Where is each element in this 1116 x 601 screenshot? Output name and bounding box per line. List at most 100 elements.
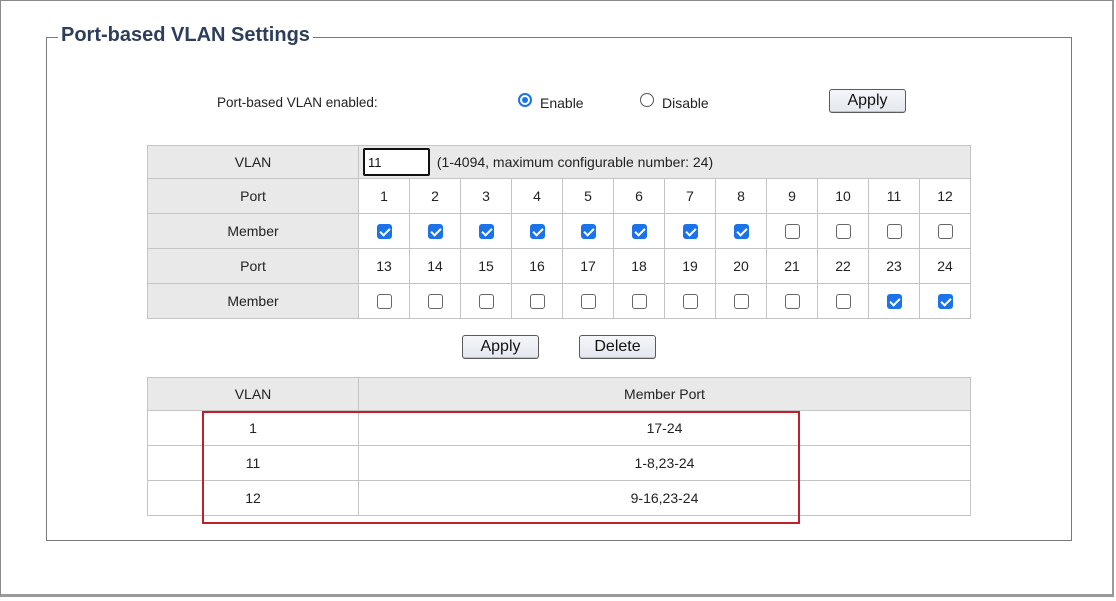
vlan-list-table: VLAN Member Port 1 17-24 11 1-8,23-24 12… xyxy=(147,377,971,516)
vlan-id-input[interactable] xyxy=(363,148,430,176)
member-checkbox-port-7[interactable] xyxy=(682,224,698,240)
port-number-cell: 17 xyxy=(562,248,614,284)
member-checkbox-port-5[interactable] xyxy=(580,224,596,240)
enable-setting-label: Port-based VLAN enabled: xyxy=(217,95,378,110)
port-number-cell: 11 xyxy=(868,178,920,214)
member-row: Member xyxy=(147,283,972,319)
member-cell xyxy=(766,213,818,249)
member-checkbox-port-1[interactable] xyxy=(376,224,392,240)
member-cell xyxy=(613,283,665,319)
disable-radio-option[interactable]: Disable xyxy=(640,92,709,111)
port-number-cell: 24 xyxy=(918,248,972,284)
member-checkbox-port-4[interactable] xyxy=(529,224,545,240)
member-checkbox-port-18[interactable] xyxy=(631,294,647,310)
port-number-cell: 15 xyxy=(460,248,512,284)
enable-apply-button[interactable]: Apply xyxy=(829,89,906,113)
port-number-cell: 23 xyxy=(868,248,920,284)
member-cell xyxy=(817,283,869,319)
port-row-label: Port xyxy=(147,248,359,284)
member-port-cell: 9-16,23-24 xyxy=(358,480,971,516)
member-cell xyxy=(460,213,512,249)
enable-radio-option[interactable]: Enable xyxy=(518,92,584,111)
port-row: Port 1 2 3 4 5 6 7 8 9 10 11 12 xyxy=(147,178,972,214)
member-cell xyxy=(766,283,818,319)
member-checkbox-port-9[interactable] xyxy=(784,224,800,240)
vlan-cell: 1 xyxy=(147,410,359,446)
member-checkbox-port-22[interactable] xyxy=(835,294,851,310)
member-checkbox-port-14[interactable] xyxy=(427,294,443,310)
vlan-id-cell: (1-4094, maximum configurable number: 24… xyxy=(357,145,972,179)
member-checkbox-port-13[interactable] xyxy=(376,294,392,310)
member-checkbox-port-19[interactable] xyxy=(682,294,698,310)
member-checkbox-port-16[interactable] xyxy=(529,294,545,310)
member-checkbox-port-24[interactable] xyxy=(937,294,953,310)
member-checkbox-port-10[interactable] xyxy=(835,224,851,240)
member-checkbox-port-17[interactable] xyxy=(580,294,596,310)
member-cell xyxy=(358,283,410,319)
panel-title: Port-based VLAN Settings xyxy=(58,24,313,47)
member-checkbox-port-3[interactable] xyxy=(478,224,494,240)
port-number-cell: 13 xyxy=(358,248,410,284)
disable-radio[interactable] xyxy=(640,93,654,107)
delete-button[interactable]: Delete xyxy=(579,335,656,359)
member-checkbox-port-8[interactable] xyxy=(733,224,749,240)
port-number-cell: 18 xyxy=(613,248,665,284)
port-number-cell: 8 xyxy=(715,178,767,214)
member-cell xyxy=(409,283,461,319)
member-checkbox-port-21[interactable] xyxy=(784,294,800,310)
member-port-cell: 1-8,23-24 xyxy=(358,445,971,481)
member-row-label: Member xyxy=(147,213,359,249)
port-number-cell: 1 xyxy=(358,178,410,214)
member-checkbox-port-2[interactable] xyxy=(427,224,443,240)
vlan-column-header: VLAN xyxy=(147,377,359,411)
table-row[interactable]: 11 1-8,23-24 xyxy=(147,445,971,481)
port-number-cell: 4 xyxy=(511,178,563,214)
member-cell xyxy=(613,213,665,249)
member-cell xyxy=(918,283,972,319)
member-checkbox-port-12[interactable] xyxy=(937,224,953,240)
member-cell xyxy=(511,283,563,319)
member-cell xyxy=(918,213,972,249)
member-cell xyxy=(817,213,869,249)
vlan-id-label: VLAN xyxy=(147,145,359,179)
member-cell xyxy=(358,213,410,249)
member-row-label: Member xyxy=(147,283,359,319)
member-checkbox-port-11[interactable] xyxy=(886,224,902,240)
enable-radio-label: Enable xyxy=(540,95,584,111)
port-number-cell: 20 xyxy=(715,248,767,284)
enable-radio[interactable] xyxy=(518,93,532,107)
vlan-cell: 11 xyxy=(147,445,359,481)
member-cell xyxy=(460,283,512,319)
vlan-config-table: VLAN (1-4094, maximum configurable numbe… xyxy=(147,145,972,319)
port-number-cell: 5 xyxy=(562,178,614,214)
port-number-cell: 16 xyxy=(511,248,563,284)
member-row: Member xyxy=(147,213,972,249)
member-cell xyxy=(409,213,461,249)
member-checkbox-port-20[interactable] xyxy=(733,294,749,310)
table-row[interactable]: 1 17-24 xyxy=(147,410,971,446)
port-number-cell: 14 xyxy=(409,248,461,284)
port-row-label: Port xyxy=(147,178,359,214)
member-cell xyxy=(868,213,920,249)
member-port-cell: 17-24 xyxy=(358,410,971,446)
member-cell xyxy=(562,213,614,249)
member-checkbox-port-23[interactable] xyxy=(886,294,902,310)
apply-button[interactable]: Apply xyxy=(462,335,539,359)
vlan-list-header-row: VLAN Member Port xyxy=(147,377,971,411)
port-number-cell: 6 xyxy=(613,178,665,214)
member-cell xyxy=(715,283,767,319)
enable-setting-row: Port-based VLAN enabled: Enable Disable xyxy=(0,90,1116,114)
member-cell xyxy=(664,213,716,249)
member-checkbox-port-15[interactable] xyxy=(478,294,494,310)
port-number-cell: 2 xyxy=(409,178,461,214)
port-number-cell: 3 xyxy=(460,178,512,214)
port-number-cell: 9 xyxy=(766,178,818,214)
disable-radio-label: Disable xyxy=(662,95,709,111)
port-number-cell: 12 xyxy=(918,178,972,214)
member-cell xyxy=(715,213,767,249)
port-number-cell: 7 xyxy=(664,178,716,214)
port-number-cell: 10 xyxy=(817,178,869,214)
port-number-cell: 21 xyxy=(766,248,818,284)
table-row[interactable]: 12 9-16,23-24 xyxy=(147,480,971,516)
member-checkbox-port-6[interactable] xyxy=(631,224,647,240)
